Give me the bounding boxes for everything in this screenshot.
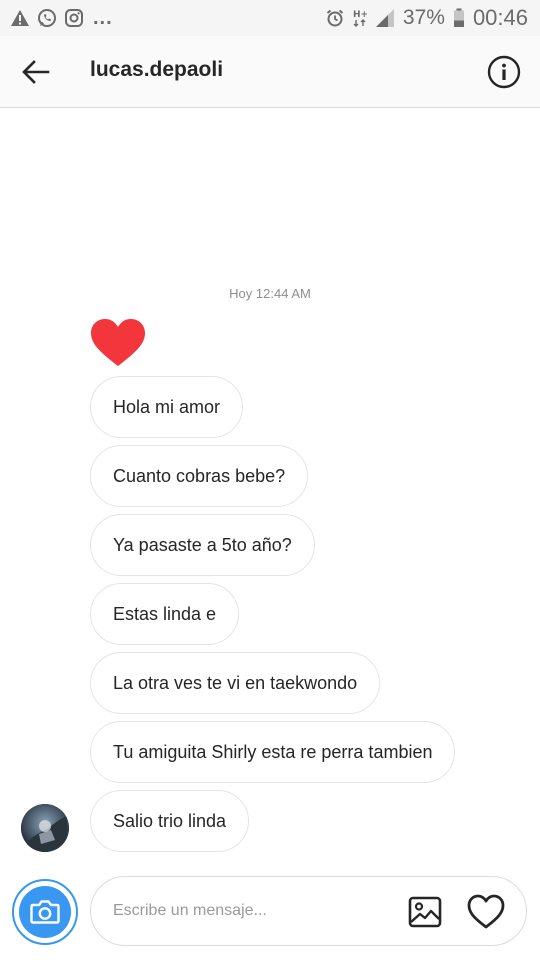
status-right: H+ 37% 00:46 — [325, 5, 528, 31]
message-text: Hola mi amor — [113, 396, 221, 417]
whatsapp-icon — [37, 8, 57, 28]
message-text: Cuanto cobras bebe? — [113, 465, 286, 486]
instagram-icon — [64, 8, 84, 28]
message-bubble[interactable]: Tu amiguita Shirly esta re perra tambien — [90, 721, 456, 783]
message-text: Tu amiguita Shirly esta re perra tambien — [113, 741, 433, 762]
back-button[interactable] — [18, 54, 54, 90]
message-timestamp: Hoy 12:44 AM — [229, 286, 311, 301]
chat-username[interactable]: lucas.depaoli — [90, 58, 223, 82]
battery-percent: 37% — [402, 6, 445, 29]
camera-icon — [30, 900, 60, 924]
heart-outline-icon — [467, 894, 505, 929]
camera-button[interactable] — [12, 879, 78, 945]
sender-avatar[interactable] — [21, 804, 69, 852]
hplus-data-icon: H+ — [353, 8, 367, 28]
message-text: Estas linda e — [113, 603, 217, 624]
message-bubble[interactable]: La otra ves te vi en taekwondo — [90, 652, 381, 714]
svg-text:H+: H+ — [353, 10, 367, 20]
message-bubble[interactable]: Cuanto cobras bebe? — [90, 445, 309, 507]
message-composer — [90, 876, 527, 946]
message-text: La otra ves te vi en taekwondo — [113, 672, 358, 693]
gallery-button[interactable] — [407, 895, 443, 929]
battery-icon — [453, 8, 465, 28]
message-text: Ya pasaste a 5to año? — [113, 534, 292, 555]
message-bubble[interactable]: Hola mi amor — [90, 376, 244, 438]
message-bubble[interactable]: Estas linda e — [90, 583, 240, 645]
message-bubble[interactable]: Salio trio linda — [90, 790, 250, 852]
chat-header: lucas.depaoli — [0, 36, 540, 108]
heart-message[interactable] — [90, 318, 146, 368]
back-arrow-icon — [22, 60, 50, 84]
more-notifications: ... — [93, 6, 113, 29]
heart-icon — [91, 319, 145, 366]
warning-icon — [10, 9, 30, 27]
info-icon — [487, 55, 521, 89]
gallery-icon — [408, 896, 442, 928]
like-button[interactable] — [467, 894, 505, 930]
message-bubble[interactable]: Ya pasaste a 5to año? — [90, 514, 315, 576]
signal-icon — [375, 8, 395, 28]
message-input[interactable] — [113, 897, 393, 925]
clock: 00:46 — [472, 5, 528, 30]
status-left: ... — [10, 7, 113, 30]
message-text: Salio trio linda — [113, 810, 227, 831]
alarm-icon — [325, 8, 345, 28]
info-button[interactable] — [486, 54, 522, 90]
status-bar: ... H+ 37% 00:46 — [0, 0, 540, 36]
camera-button-fill — [19, 886, 71, 938]
